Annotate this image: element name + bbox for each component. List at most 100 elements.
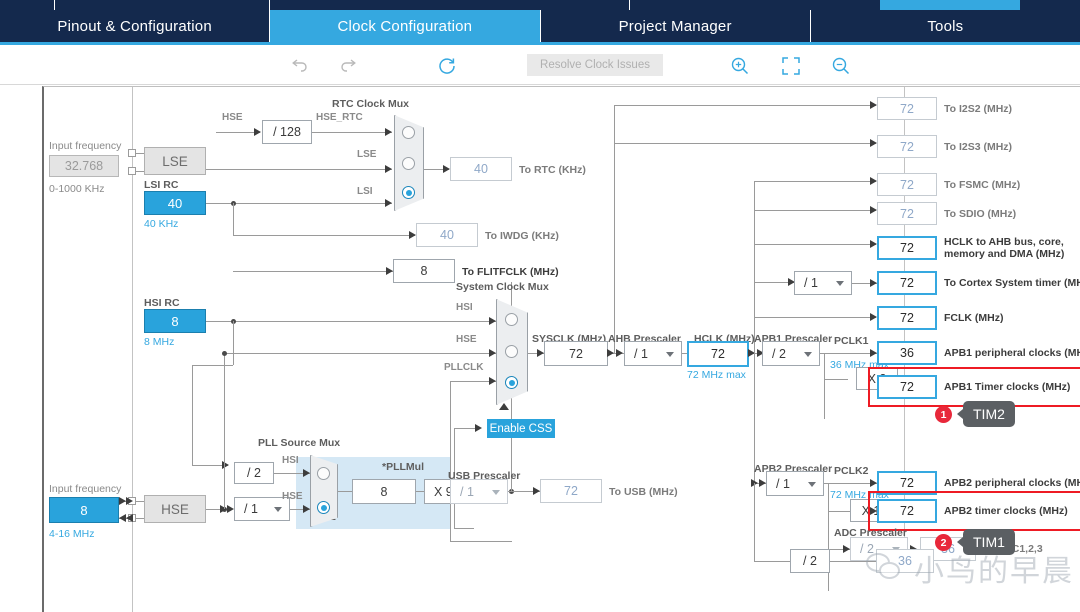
rtc-clock-mux[interactable] — [394, 115, 424, 211]
redo-icon[interactable] — [338, 55, 360, 77]
apb1-peripheral-field[interactable]: 36 — [877, 341, 937, 365]
zoom-in-icon[interactable] — [729, 55, 751, 77]
rtc-mux-option-lse[interactable] — [402, 157, 415, 170]
lse-input-frequency-field[interactable]: 32.768 — [49, 155, 119, 177]
rtc-mux-option-hse-rtc[interactable] — [402, 126, 415, 139]
undo-icon[interactable] — [288, 55, 310, 77]
hsi-pll-divider-value: / 2 — [247, 466, 261, 480]
apb1-peripheral-label: APB1 peripheral clocks (MHz) — [944, 347, 1080, 359]
fclk-field[interactable]: 72 — [877, 306, 937, 330]
to-iwdg-output-field[interactable]: 40 — [416, 223, 478, 247]
hclk-ahb-label: HCLK to AHB bus, core, memory and DMA (M… — [944, 236, 1065, 260]
system-mux-option-hse[interactable] — [505, 345, 518, 358]
system-mux-option-hsi[interactable] — [505, 313, 518, 326]
to-usb-field[interactable]: 72 — [540, 479, 602, 503]
pll-source-mux[interactable] — [310, 455, 338, 527]
fit-to-screen-icon[interactable] — [780, 55, 802, 77]
lse-pin-in — [128, 149, 136, 157]
resolve-clock-issues-label: Resolve Clock Issues — [540, 59, 650, 71]
cortex-free-field[interactable]: 36 — [876, 549, 934, 573]
tab-clock-configuration[interactable]: Clock Configuration — [270, 10, 541, 42]
tab-project-manager[interactable]: Project Manager — [541, 10, 811, 42]
to-i2s2-field[interactable]: 72 — [877, 97, 937, 120]
chevron-down-icon — [808, 481, 816, 487]
pll-source-mux-title: PLL Source Mux — [258, 437, 341, 449]
cortex-systimer-label: To Cortex System timer (MHz) — [944, 277, 1080, 289]
canvas-divider-left — [132, 87, 133, 612]
hse-input-frequency-label: Input frequency — [49, 483, 122, 495]
lse-oscillator-block[interactable]: LSE — [144, 147, 206, 175]
hse-rtc-signal-label: HSE_RTC — [316, 112, 363, 123]
cortex-prescaler-select[interactable]: / 1 — [794, 271, 852, 295]
sysclk-field[interactable]: 72 — [544, 341, 608, 366]
to-flitfclk-field[interactable]: 8 — [393, 259, 455, 283]
ahb-prescaler-select[interactable]: / 1 — [624, 341, 682, 366]
hclk-ahb-field[interactable]: 72 — [877, 236, 937, 260]
resolve-clock-issues-button[interactable]: Resolve Clock Issues — [527, 54, 663, 76]
hclk-max-label: 72 MHz max — [687, 369, 746, 381]
hsi-rc-unit-label: 8 MHz — [144, 336, 175, 348]
lse-input-frequency-label: Input frequency — [49, 140, 122, 152]
enable-css-button[interactable]: Enable CSS — [487, 419, 555, 438]
apb1-prescaler-value: / 2 — [772, 346, 786, 361]
apb2-prescaler-value: / 1 — [776, 476, 790, 491]
hse-input-frequency-field[interactable]: 8 — [49, 497, 119, 523]
tab-tools[interactable]: Tools — [811, 10, 1080, 42]
hsi-rc-value-field[interactable]: 8 — [144, 309, 206, 333]
lsi-rc-value-field[interactable]: 40 — [144, 191, 206, 215]
to-i2s2-label: To I2S2 (MHz) — [944, 103, 1013, 115]
to-sdio-field[interactable]: 72 — [877, 202, 937, 225]
to-rtc-output-label: To RTC (KHz) — [519, 164, 586, 176]
apb2-peripheral-label: APB2 peripheral clocks (MHz) — [944, 477, 1080, 489]
main-tab-bar: Pinout & Configuration Clock Configurati… — [0, 10, 1080, 42]
pll-source-option-hse[interactable] — [317, 501, 330, 514]
cortex-free-divider-field[interactable]: / 2 — [790, 549, 830, 573]
hsi-to-sysmux-label: HSI — [456, 302, 473, 313]
annotation-badge-1: 1 — [935, 406, 952, 423]
tab-label: Clock Configuration — [337, 17, 473, 35]
hsi-pll-divider-field[interactable]: / 2 — [234, 462, 274, 484]
to-usb-label: To USB (MHz) — [609, 486, 678, 498]
lse-signal-label: LSE — [357, 149, 377, 160]
usb-prescaler-select[interactable]: / 1 — [450, 479, 508, 504]
tab-label: Pinout & Configuration — [57, 17, 212, 35]
chevron-down-icon — [836, 281, 844, 286]
hse-range-label: 4-16 MHz — [49, 528, 95, 540]
hse-oscillator-block[interactable]: HSE — [144, 495, 206, 523]
cortex-systimer-field[interactable]: 72 — [877, 271, 937, 295]
zoom-out-icon[interactable] — [830, 55, 852, 77]
window-chrome-strip — [0, 0, 1080, 10]
rtc-mux-option-lsi[interactable] — [402, 186, 415, 199]
chevron-down-icon — [492, 489, 500, 495]
tab-label: Project Manager — [618, 17, 732, 35]
to-i2s3-field[interactable]: 72 — [877, 135, 937, 158]
lsi-rc-unit-label: 40 KHz — [144, 218, 179, 230]
to-i2s3-label: To I2S3 (MHz) — [944, 141, 1013, 153]
to-sdio-label: To SDIO (MHz) — [944, 208, 1017, 220]
pllmul-label: *PLLMul — [382, 461, 424, 473]
pll-source-option-hsi[interactable] — [317, 467, 330, 480]
pclk2-label: PCLK2 — [834, 465, 869, 477]
hsi-rc-title: HSI RC — [144, 297, 180, 309]
apb1-prescaler-select[interactable]: / 2 — [762, 341, 820, 366]
hse-to-pllmux-label: HSE — [282, 491, 303, 502]
annotation-badge-2: 2 — [935, 534, 952, 551]
hclk-field[interactable]: 72 — [687, 341, 749, 367]
system-mux-option-pllclk[interactable] — [505, 376, 518, 389]
to-rtc-output-field[interactable]: 40 — [450, 157, 512, 181]
hse-signal-label: HSE — [222, 112, 243, 123]
refresh-icon[interactable] — [436, 55, 458, 77]
apb2-prescaler-select[interactable]: / 1 — [766, 471, 824, 496]
to-fsmc-field[interactable]: 72 — [877, 173, 937, 196]
tab-pinout-configuration[interactable]: Pinout & Configuration — [0, 10, 271, 42]
clock-tree-canvas[interactable]: PLL Input frequency 32.768 0-1000 KHz LS… — [42, 86, 1080, 612]
pll-input-field[interactable]: 8 — [352, 479, 416, 504]
apb2-timer-highlight — [868, 491, 1080, 531]
enable-css-label: Enable CSS — [489, 422, 553, 435]
tab-label: Tools — [927, 17, 964, 35]
cortex-prescaler-value: / 1 — [804, 276, 818, 290]
hse-rtc-divider-field[interactable]: / 128 — [262, 120, 312, 144]
chevron-down-icon — [274, 507, 282, 512]
system-clock-mux[interactable] — [496, 299, 528, 405]
annotation-tooltip-tim1: TIM1 — [957, 529, 1015, 555]
